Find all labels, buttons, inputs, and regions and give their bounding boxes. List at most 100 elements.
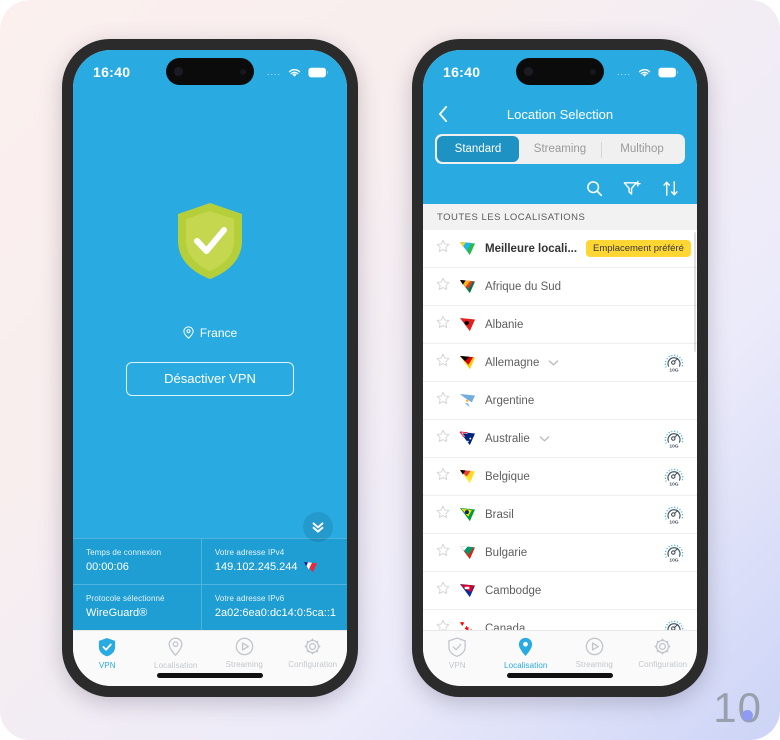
gradient-flag-icon — [459, 241, 476, 256]
tab-label: VPN — [448, 661, 466, 670]
search-icon — [587, 180, 603, 196]
info-cell-connection-time: Temps de connexion 00:00:06 — [73, 539, 202, 585]
status-time: 16:40 — [93, 64, 131, 80]
list-item-label: Belgique — [485, 470, 530, 483]
tab-vpn[interactable]: VPN — [73, 637, 142, 670]
status-badge: Emplacement préféré — [586, 240, 691, 257]
segmented-control: Standard Streaming Multihop — [435, 134, 685, 164]
favorite-star-icon[interactable] — [436, 619, 450, 630]
favorite-star-icon[interactable] — [436, 543, 450, 562]
tab-streaming[interactable]: Streaming — [210, 637, 279, 669]
tab-localisation[interactable]: Localisation — [492, 637, 561, 670]
list-item-label: Meilleure locali... — [485, 242, 578, 255]
chevron-left-icon — [439, 105, 448, 123]
favorite-star-icon[interactable] — [436, 391, 450, 410]
list-item-label: Canada — [485, 622, 526, 631]
south-africa-flag-icon — [459, 279, 476, 294]
speed-10g-icon: 10G — [663, 619, 685, 630]
argentina-flag-icon — [459, 393, 476, 408]
favorite-star-icon[interactable] — [436, 505, 450, 524]
disconnect-vpn-button[interactable]: Désactiver VPN — [126, 361, 294, 396]
tab-label: Localisation — [504, 661, 548, 670]
expand-details-button[interactable] — [303, 512, 333, 542]
favorite-star-icon[interactable] — [436, 467, 450, 486]
shield-check-icon — [174, 201, 246, 286]
search-button[interactable] — [586, 180, 603, 197]
face-id-sensor-icon — [590, 68, 596, 75]
watermark-dot — [742, 710, 753, 721]
germany-flag-icon — [459, 355, 476, 370]
tab-multihop[interactable]: Multihop — [601, 136, 683, 162]
list-item[interactable]: Brasil 10G — [423, 496, 697, 534]
favorite-star-icon[interactable] — [436, 581, 450, 600]
list-item[interactable]: Afrique du Sud — [423, 268, 697, 306]
current-location-label: France — [199, 325, 238, 340]
home-indicator — [507, 673, 613, 678]
list-item[interactable]: Cambodge — [423, 572, 697, 610]
list-item-label: Albanie — [485, 318, 524, 331]
list-item-label: Allemagne — [485, 356, 540, 369]
wifi-icon — [638, 68, 651, 77]
info-value-text: 2a02:6ea0:dc14:0:5ca::1 — [214, 607, 336, 619]
info-cell-protocol: Protocole sélectionné WireGuard® — [73, 585, 202, 630]
tab-label: Localisation — [154, 661, 198, 670]
svg-text:10G: 10G — [669, 481, 678, 486]
battery-icon — [308, 67, 329, 77]
favorite-star-icon[interactable] — [436, 315, 450, 334]
svg-text:10G: 10G — [669, 367, 678, 372]
svg-text:10G: 10G — [669, 443, 678, 448]
list-item[interactable]: Australie 10G — [423, 420, 697, 458]
screenshot-canvas: 16:40 .... France Désactiver VPN Temps d… — [0, 0, 780, 740]
dynamic-island — [516, 58, 604, 85]
info-cell-ipv6: Votre adresse IPv6 2a02:6ea0:dc14:0:5ca:… — [202, 585, 347, 630]
phone-right: 16:40 .... Location Selection Standard S… — [412, 39, 708, 697]
front-camera-icon — [524, 67, 533, 76]
tab-label: VPN — [98, 661, 116, 670]
sort-button[interactable] — [662, 180, 679, 197]
location-pin-icon — [168, 637, 183, 657]
tab-label: Configuration — [638, 660, 688, 669]
tab-configuration[interactable]: Configuration — [279, 637, 348, 669]
scrollbar[interactable] — [694, 232, 696, 352]
filter-button[interactable] — [623, 180, 642, 197]
info-value: 00:00:06 — [86, 561, 190, 573]
shield-icon — [99, 638, 116, 657]
list-item[interactable]: Allemagne 10G — [423, 344, 697, 382]
info-cell-ipv4: Votre adresse IPv4 149.102.245.244 — [201, 539, 347, 585]
tab-label: Streaming — [575, 660, 613, 669]
sort-icon — [663, 180, 678, 196]
tab-streaming[interactable]: Streaming — [560, 637, 629, 669]
location-list: Meilleure locali... Emplacement préféré — [423, 230, 697, 630]
front-camera-icon — [174, 67, 183, 76]
face-id-sensor-icon — [240, 68, 246, 75]
favorite-star-icon[interactable] — [436, 239, 450, 258]
list-item[interactable]: Meilleure locali... Emplacement préféré — [423, 230, 697, 268]
tab-standard[interactable]: Standard — [437, 136, 519, 162]
play-circle-icon — [235, 637, 254, 656]
list-item[interactable]: Argentine — [423, 382, 697, 420]
status-bar-right: 16:40 .... — [423, 50, 697, 94]
tab-streaming[interactable]: Streaming — [519, 136, 601, 162]
info-value-text: 00:00:06 — [86, 561, 129, 573]
favorite-star-icon[interactable] — [436, 277, 450, 296]
back-button[interactable] — [437, 105, 450, 123]
info-value-text: WireGuard® — [86, 607, 148, 619]
vpn-home-body: France Désactiver VPN Temps de connexion… — [73, 94, 347, 630]
favorite-star-icon[interactable] — [436, 429, 450, 448]
favorite-star-icon[interactable] — [436, 353, 450, 372]
list-item[interactable]: Albanie — [423, 306, 697, 344]
tab-vpn[interactable]: VPN — [423, 637, 492, 670]
list-item[interactable]: Belgique 10G — [423, 458, 697, 496]
brazil-flag-icon — [459, 507, 476, 522]
expand-chevron-down-icon[interactable] — [539, 435, 551, 443]
tab-localisation[interactable]: Localisation — [142, 637, 211, 670]
info-label: Votre adresse IPv6 — [214, 594, 285, 603]
dynamic-island — [166, 58, 254, 85]
info-label: Protocole sélectionné — [86, 594, 165, 603]
tab-label: Configuration — [288, 660, 338, 669]
list-item[interactable]: Canada 10G — [423, 610, 697, 630]
expand-chevron-down-icon[interactable] — [548, 359, 560, 367]
info-value: 149.102.245.244 — [215, 561, 336, 573]
list-item[interactable]: Bulgarie 10G — [423, 534, 697, 572]
tab-configuration[interactable]: Configuration — [629, 637, 698, 669]
